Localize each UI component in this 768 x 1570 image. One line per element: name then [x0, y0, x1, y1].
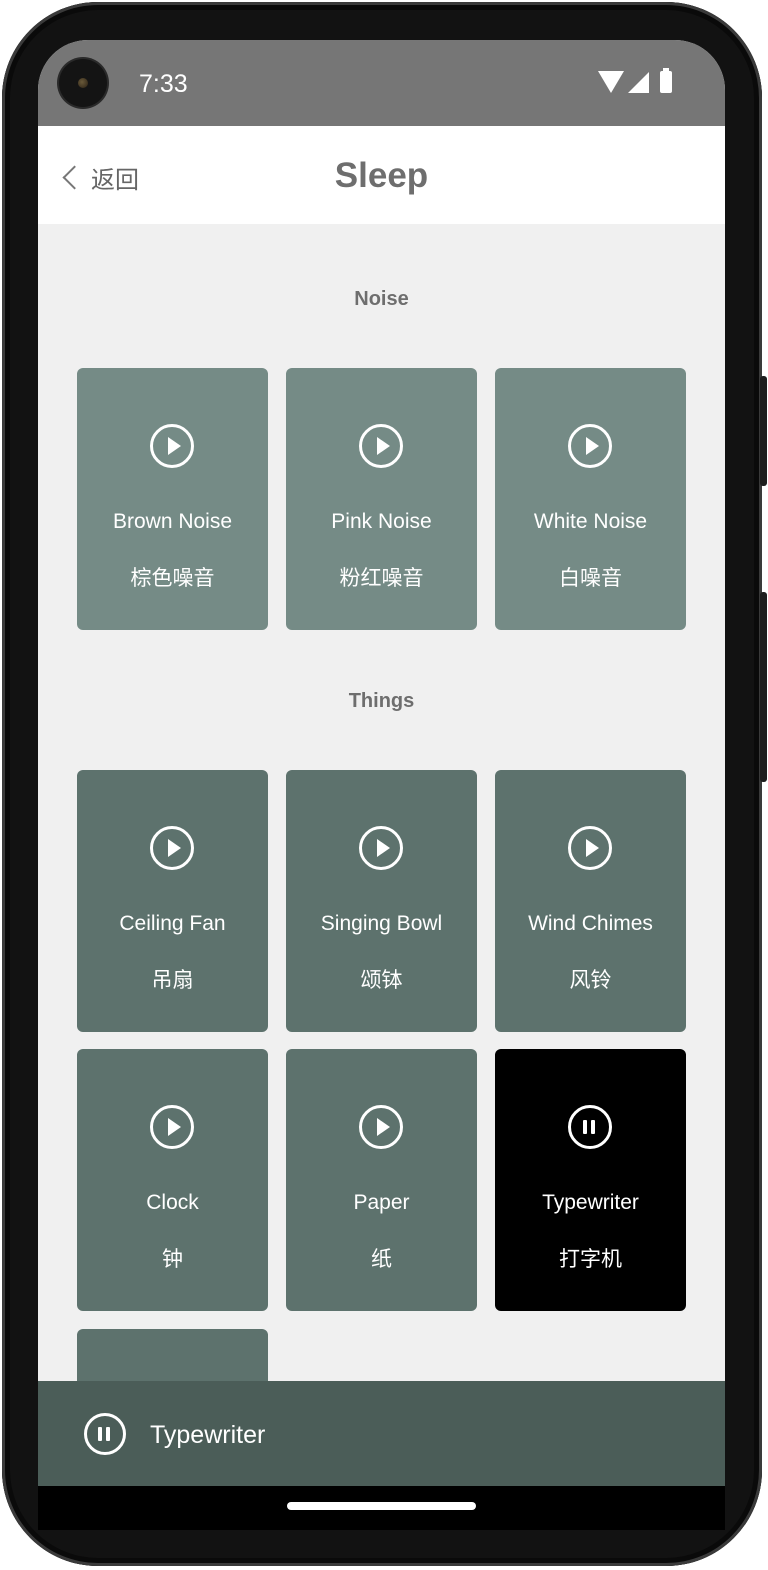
play-icon — [568, 424, 612, 468]
play-icon — [568, 826, 612, 870]
status-bar: 7:33 — [38, 40, 725, 126]
tile-clock[interactable]: Clock 钟 — [77, 1049, 268, 1311]
tile-paper[interactable]: Paper 纸 — [286, 1049, 477, 1311]
signal-icon — [628, 72, 649, 93]
tile-label: Wind Chimes — [528, 912, 653, 935]
play-icon — [150, 826, 194, 870]
tile-label: Pink Noise — [331, 510, 432, 533]
gesture-bar — [38, 1486, 725, 1530]
tile-label-zh: 纸 — [371, 1248, 392, 1271]
tile-label-zh: 粉红噪音 — [339, 567, 424, 590]
nav-bar: 返回 Sleep — [38, 126, 725, 224]
tile-brown-noise[interactable]: Brown Noise 棕色噪音 — [77, 368, 268, 630]
tile-label: Clock — [146, 1191, 199, 1214]
status-icons — [598, 68, 708, 97]
battery-icon — [660, 68, 672, 93]
pause-icon[interactable] — [84, 1413, 126, 1455]
power-button — [760, 376, 767, 486]
tile-label: White Noise — [533, 510, 648, 533]
tile-label: Singing Bowl — [320, 912, 443, 935]
section-title-things: Things — [348, 690, 415, 712]
play-icon — [359, 424, 403, 468]
mini-player[interactable]: Typewriter — [38, 1381, 725, 1486]
tile-singing-bowl[interactable]: Singing Bowl 颂钵 — [286, 770, 477, 1032]
status-time: 7:33 — [139, 70, 188, 98]
play-icon — [150, 424, 194, 468]
volume-button — [760, 592, 767, 782]
tile-label-zh: 白噪音 — [559, 567, 622, 590]
play-icon — [359, 1105, 403, 1149]
tile-white-noise[interactable]: White Noise 白噪音 — [495, 368, 686, 630]
home-indicator[interactable] — [287, 1502, 476, 1510]
pause-icon — [568, 1105, 612, 1149]
tile-ceiling-fan[interactable]: Ceiling Fan 吊扇 — [77, 770, 268, 1032]
play-icon — [359, 826, 403, 870]
tile-label: Brown Noise — [112, 510, 233, 533]
wifi-icon — [598, 71, 624, 93]
tile-label-zh: 颂钵 — [360, 969, 403, 992]
tile-label: Typewriter — [542, 1191, 639, 1214]
section-title-noise: Noise — [354, 288, 409, 310]
tile-label-zh: 钟 — [162, 1248, 183, 1271]
tile-wind-chimes[interactable]: Wind Chimes 风铃 — [495, 770, 686, 1032]
tile-pink-noise[interactable]: Pink Noise 粉红噪音 — [286, 368, 477, 630]
tile-label-zh: 打字机 — [559, 1248, 622, 1271]
tile-typewriter[interactable]: Typewriter 打字机 — [495, 1049, 686, 1311]
tile-label: Ceiling Fan — [119, 912, 226, 935]
screen: 7:33 返回 Sleep Noise Brown Noise 棕色噪音 Pin… — [38, 40, 725, 1486]
tile-label-zh: 风铃 — [569, 969, 612, 992]
tile-label: Paper — [353, 1191, 410, 1214]
tile-label-zh: 棕色噪音 — [130, 567, 215, 590]
tile-partial[interactable] — [77, 1329, 268, 1381]
now-playing-label: Typewriter — [150, 1421, 266, 1449]
play-icon — [150, 1105, 194, 1149]
front-camera — [59, 59, 107, 107]
tile-label-zh: 吊扇 — [151, 969, 194, 992]
sound-list[interactable]: Noise Brown Noise 棕色噪音 Pink Noise 粉红噪音 W… — [38, 224, 725, 1381]
page-title: Sleep — [334, 156, 429, 195]
